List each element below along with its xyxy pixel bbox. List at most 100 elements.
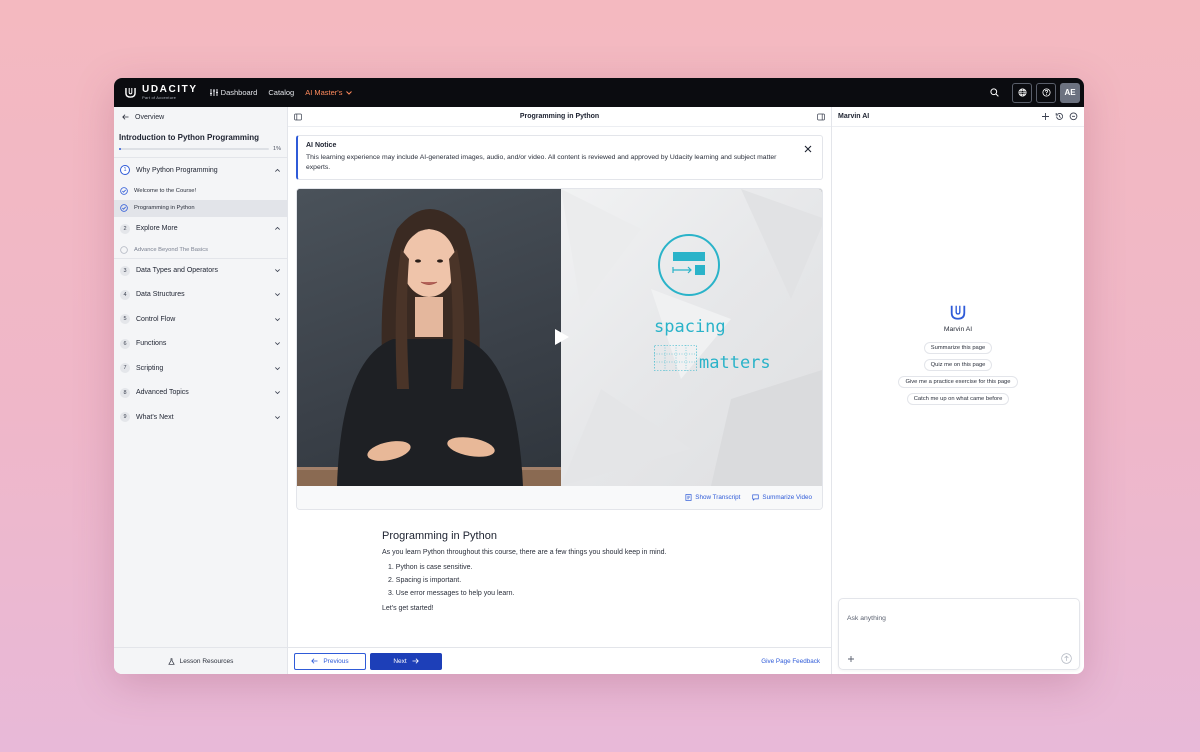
language-button[interactable]	[1012, 82, 1032, 103]
collapse-sidebar-icon[interactable]	[294, 113, 302, 121]
assistant-body: Marvin AI Summarize this page Quiz me on…	[832, 127, 1084, 674]
suggestion-chip[interactable]: Catch me up on what came before	[906, 393, 1010, 405]
sidebar-item-welcome[interactable]: Welcome to the Course!	[114, 183, 287, 200]
assistant-title: Marvin AI	[838, 113, 870, 120]
video-slide-frame: spacing matters	[561, 189, 822, 486]
udacity-logo-icon	[125, 87, 136, 98]
content-scroll[interactable]: AI Notice This learning experience may i…	[288, 127, 831, 647]
whitespace-dots-graphic	[654, 345, 697, 371]
summarize-video-button[interactable]: Summarize Video	[752, 494, 812, 501]
section-number: 8	[120, 387, 130, 398]
attach-plus-icon[interactable]	[847, 655, 855, 663]
section-label: Explore More	[136, 225, 178, 233]
lesson-resources-label: Lesson Resources	[179, 657, 234, 665]
course-sidebar: Overview Introduction to Python Programm…	[114, 107, 288, 674]
sidebar-section-why-python[interactable]: 1 Why Python Programming	[114, 158, 287, 183]
flask-icon	[167, 657, 175, 665]
close-icon[interactable]	[804, 145, 812, 153]
sidebar-item-advance-beyond[interactable]: Advance Beyond The Basics	[114, 241, 287, 258]
sidebar-section-control-flow[interactable]: 5 Control Flow	[114, 307, 287, 332]
video-player[interactable]: spacing matters	[297, 189, 822, 486]
content-header: Programming in Python	[288, 107, 831, 127]
lesson-resources-button[interactable]: Lesson Resources	[114, 647, 287, 674]
article-outro: Let's get started!	[382, 605, 434, 612]
section-number: 1	[120, 165, 130, 176]
assistant-panel: Marvin AI Marvin AI Summarize this page …	[832, 107, 1084, 674]
plus-icon[interactable]	[1041, 112, 1050, 121]
list-item: 1. Python is case sensitive.	[388, 564, 473, 571]
course-progress: 1%	[114, 142, 287, 158]
sidebar-section-data-structures[interactable]: 4 Data Structures	[114, 283, 287, 308]
help-button[interactable]	[1036, 82, 1056, 103]
overview-back-link[interactable]: Overview	[114, 107, 287, 127]
chevron-down-icon	[275, 366, 280, 370]
article-title: Programming in Python	[382, 530, 497, 542]
progress-percent: 1%	[273, 146, 281, 152]
chevron-down-icon	[345, 90, 352, 95]
list-item: 3. Use error messages to help you learn.	[388, 590, 515, 597]
section-label: Scripting	[136, 364, 164, 372]
lesson-content: Programming in Python AI Notice This lea…	[288, 107, 832, 674]
suggestion-chip[interactable]: Quiz me on this page	[923, 359, 993, 371]
sidebar-item-label: Welcome to the Course!	[134, 188, 197, 194]
search-button[interactable]	[986, 85, 1002, 101]
overview-label: Overview	[135, 113, 165, 121]
progress-fill	[119, 148, 121, 150]
chevron-up-icon	[275, 227, 280, 231]
section-number: 3	[120, 265, 130, 276]
app-window: UDACITY Part of Accenture Dashboard Cata…	[114, 78, 1084, 674]
video-player-card: spacing matters Show Transcript Summariz…	[296, 188, 823, 510]
chevron-down-icon	[275, 342, 280, 346]
ask-anything-input[interactable]	[847, 615, 1071, 622]
brand-name: UDACITY	[142, 84, 198, 95]
section-label: Data Types and Operators	[136, 267, 218, 275]
previous-label: Previous	[323, 657, 349, 665]
next-label: Next	[393, 657, 407, 665]
nav-ai-masters[interactable]: AI Master's	[305, 88, 352, 97]
user-avatar[interactable]: AE	[1060, 82, 1080, 103]
slide-word-matters: matters	[699, 353, 771, 373]
history-icon[interactable]	[1055, 112, 1064, 121]
assistant-name: Marvin AI	[943, 326, 973, 333]
arrow-right-icon	[412, 658, 419, 664]
section-label: Why Python Programming	[136, 166, 218, 174]
nav-catalog[interactable]: Catalog	[268, 88, 294, 97]
give-feedback-link[interactable]: Give Page Feedback	[761, 658, 825, 665]
previous-button[interactable]: Previous	[294, 652, 366, 670]
send-icon[interactable]	[1061, 653, 1072, 664]
lesson-footer: Previous Next Give Page Feedback	[288, 647, 831, 674]
assistant-input-box	[838, 598, 1080, 670]
section-number: 4	[120, 289, 130, 300]
sidebar-section-functions[interactable]: 6 Functions	[114, 332, 287, 357]
dashboard-icon	[209, 89, 218, 96]
slide-word-spacing: spacing	[654, 317, 726, 337]
sidebar-section-scripting[interactable]: 7 Scripting	[114, 356, 287, 381]
sidebar-item-programming-in-python[interactable]: Programming in Python	[114, 199, 287, 217]
suggestion-chip[interactable]: Summarize this page	[923, 342, 993, 354]
video-actions-bar: Show Transcript Summarize Video	[297, 486, 822, 509]
article-list: 1. Python is case sensitive. 2. Spacing …	[382, 564, 823, 597]
list-item: 2. Spacing is important.	[388, 577, 462, 584]
sidebar-item-label: Advance Beyond The Basics	[134, 246, 209, 253]
udacity-logo[interactable]: UDACITY Part of Accenture	[124, 85, 198, 100]
nav-dashboard[interactable]: Dashboard	[209, 88, 257, 97]
play-icon[interactable]	[554, 328, 570, 346]
presenter-illustration	[297, 209, 561, 486]
section-label: Advanced Topics	[136, 389, 189, 397]
show-transcript-button[interactable]: Show Transcript	[685, 494, 740, 501]
sidebar-section-advanced-topics[interactable]: 8 Advanced Topics	[114, 381, 287, 406]
chevron-down-icon	[275, 391, 280, 395]
chat-icon	[752, 494, 760, 501]
sidebar-section-explore-more[interactable]: 2 Explore More	[114, 217, 287, 242]
sidebar-section-whats-next[interactable]: 9 What's Next	[114, 405, 287, 430]
suggestion-chip[interactable]: Give me a practice exercise for this pag…	[898, 376, 1018, 388]
toggle-assistant-icon[interactable]	[817, 113, 825, 121]
chat-bubble-icon[interactable]	[1069, 112, 1078, 121]
video-presenter-frame	[297, 189, 561, 486]
next-button[interactable]: Next	[370, 652, 442, 670]
sidebar-section-data-types[interactable]: 3 Data Types and Operators	[114, 258, 287, 283]
globe-icon	[1017, 88, 1027, 97]
chevron-down-icon	[275, 415, 280, 419]
chevron-up-icon	[275, 168, 280, 172]
lesson-article: Programming in Python As you learn Pytho…	[296, 510, 823, 612]
